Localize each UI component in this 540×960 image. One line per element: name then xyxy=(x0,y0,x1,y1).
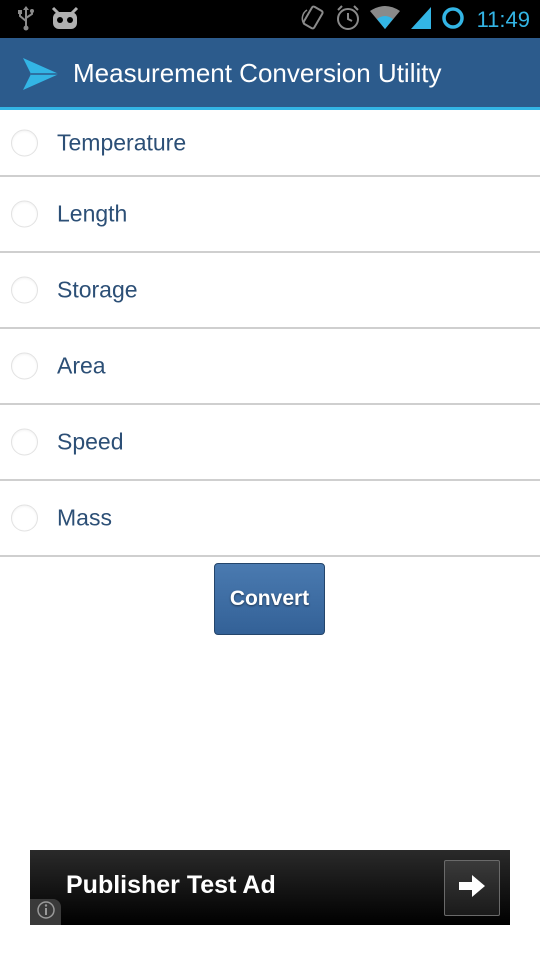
radio-button[interactable] xyxy=(11,200,38,228)
rotation-lock-icon xyxy=(301,4,327,36)
ad-arrow-button[interactable] xyxy=(444,860,500,916)
alarm-icon xyxy=(335,4,361,36)
radio-button[interactable] xyxy=(11,504,38,532)
radio-button[interactable] xyxy=(11,129,38,156)
battery-ring-icon xyxy=(441,5,465,35)
radio-option-storage[interactable]: Storage xyxy=(0,253,540,329)
radio-option-speed[interactable]: Speed xyxy=(0,405,540,481)
android-debug-icon xyxy=(50,5,80,35)
usb-icon xyxy=(16,5,36,35)
ad-text: Publisher Test Ad xyxy=(66,871,276,899)
convert-button[interactable]: Convert xyxy=(214,563,325,635)
radio-label: Area xyxy=(57,352,106,379)
radio-label: Speed xyxy=(57,428,124,455)
arrow-right-icon xyxy=(457,873,487,903)
action-bar: Measurement Conversion Utility xyxy=(0,38,540,110)
radio-option-length[interactable]: Length xyxy=(0,177,540,253)
wifi-icon xyxy=(369,5,401,35)
radio-label: Mass xyxy=(57,504,112,531)
app-title: Measurement Conversion Utility xyxy=(73,58,442,88)
radio-label: Storage xyxy=(57,276,138,303)
radio-option-mass[interactable]: Mass xyxy=(0,481,540,557)
radio-button[interactable] xyxy=(11,352,38,380)
radio-option-area[interactable]: Area xyxy=(0,329,540,405)
radio-button[interactable] xyxy=(11,276,38,304)
measurement-type-radio-group: Temperature Length Storage Area Speed Ma… xyxy=(0,110,540,557)
radio-option-temperature[interactable]: Temperature xyxy=(0,110,540,177)
radio-label: Length xyxy=(57,200,128,227)
ad-info-button[interactable] xyxy=(30,899,61,925)
radio-button[interactable] xyxy=(11,428,38,456)
ad-banner[interactable]: Publisher Test Ad xyxy=(30,850,510,925)
status-bar: 11:49 xyxy=(0,0,540,38)
paper-plane-icon xyxy=(22,56,60,96)
status-clock: 11:49 xyxy=(476,7,530,32)
signal-icon xyxy=(409,5,433,35)
radio-label: Temperature xyxy=(57,129,187,155)
info-icon xyxy=(36,900,56,924)
